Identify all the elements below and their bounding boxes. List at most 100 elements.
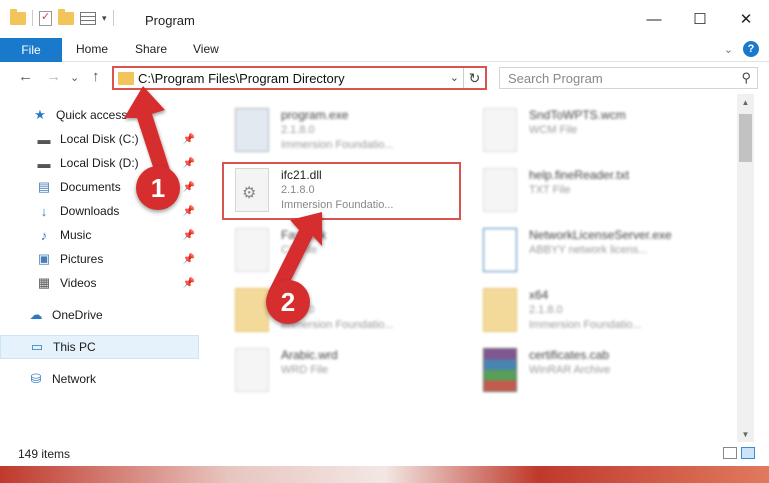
sidebar-item-this-pc[interactable]: ▭ This PC: [0, 335, 199, 359]
new-folder-icon[interactable]: [58, 8, 74, 25]
tab-share[interactable]: Share: [135, 42, 167, 56]
sidebar-item-network[interactable]: ⛁ Network: [0, 367, 200, 391]
file-description: Immersion Foundatio...: [281, 139, 394, 151]
file-item[interactable]: NetworkLicenseServer.exe ABBYY network l…: [469, 222, 709, 278]
document-icon: [235, 348, 269, 392]
properties-icon[interactable]: [39, 10, 52, 26]
file-item[interactable]: certificates.cab WinRAR Archive: [469, 342, 709, 398]
search-icon: ⚲: [741, 70, 751, 85]
file-item[interactable]: x64 2.1.8.0 Immersion Foundatio...: [469, 282, 709, 338]
pin-icon[interactable]: 📌: [183, 278, 195, 289]
file-description: ABBYY network licens...: [529, 244, 648, 256]
close-button[interactable]: ✕: [723, 0, 769, 38]
pin-icon[interactable]: 📌: [183, 182, 195, 193]
sidebar-item-pictures[interactable]: ▣ Pictures 📌: [0, 247, 200, 271]
forward-button[interactable]: →: [46, 68, 61, 85]
view-toggle: [723, 447, 755, 459]
divider: [32, 10, 33, 26]
sidebar-item-label: This PC: [53, 340, 96, 354]
drive-icon: ▬: [37, 155, 51, 171]
file-name: Fast...ck: [281, 228, 327, 242]
recent-locations-button[interactable]: ⌄: [70, 71, 79, 84]
step-1-badge: 1: [136, 166, 180, 210]
sidebar-item-local-disk-c[interactable]: ▬ Local Disk (C:) 📌: [0, 127, 200, 151]
onedrive-icon: ☁: [29, 307, 43, 322]
file-item[interactable]: Fast...ck CK File: [221, 222, 461, 278]
help-icon[interactable]: ?: [743, 41, 759, 57]
sidebar-item-onedrive[interactable]: ☁ OneDrive: [0, 303, 200, 327]
file-item[interactable]: help.fineReader.txt TXT File: [469, 162, 709, 218]
application-icon: [235, 108, 269, 152]
sidebar-item-label: Pictures: [60, 252, 104, 266]
file-explorer-window: ▾ Program — ☐ ✕ File Home Share View ⌄ ?…: [0, 0, 769, 483]
tiles-view-icon[interactable]: [741, 447, 755, 459]
folder-icon: [118, 72, 134, 85]
file-list: program.exe 2.1.8.0 Immersion Foundatio.…: [213, 94, 738, 442]
network-icon: ⛁: [30, 371, 42, 386]
pictures-icon: ▣: [37, 251, 51, 266]
pin-icon[interactable]: 📌: [183, 254, 195, 265]
status-bar: 149 items: [0, 442, 769, 466]
document-icon: [483, 108, 517, 152]
divider: [112, 10, 114, 26]
downloads-icon: ↓: [40, 203, 48, 219]
view-icon[interactable]: [80, 11, 96, 25]
chevron-down-icon[interactable]: ▾: [102, 13, 107, 24]
file-item[interactable]: SndToWPTS.wcm WCM File: [469, 102, 709, 158]
application-icon: [483, 228, 517, 272]
sidebar-item-label: Network: [52, 372, 97, 386]
minimize-button[interactable]: —: [631, 0, 677, 38]
sidebar-item-label: Downloads: [60, 204, 120, 218]
scroll-thumb[interactable]: [739, 114, 752, 162]
scroll-down-icon[interactable]: ▼: [737, 426, 754, 442]
sidebar-item-videos[interactable]: ▦ Videos 📌: [0, 271, 200, 295]
file-name: NetworkLicenseServer.exe: [529, 228, 672, 242]
archive-icon: [483, 348, 517, 392]
back-button[interactable]: ←: [18, 68, 33, 85]
pin-icon[interactable]: 📌: [183, 134, 195, 145]
tab-home[interactable]: Home: [76, 42, 108, 56]
scroll-up-icon[interactable]: ▲: [737, 94, 754, 110]
file-item[interactable]: program.exe 2.1.8.0 Immersion Foundatio.…: [221, 102, 461, 158]
address-bar[interactable]: C:\Program Files\Program Directory ⌄ ↻: [112, 66, 487, 90]
sidebar-item-label: Music: [60, 228, 92, 242]
folder-icon: [235, 288, 269, 332]
sidebar-item-music[interactable]: ♪ Music 📌: [0, 223, 200, 247]
file-name: Arabic.wrd: [281, 348, 338, 362]
maximize-button[interactable]: ☐: [677, 0, 723, 38]
up-button[interactable]: ↑: [92, 68, 100, 85]
window-controls: — ☐ ✕: [631, 0, 769, 38]
drive-icon: ▬: [37, 131, 51, 147]
file-name: x64: [529, 288, 549, 302]
pin-icon[interactable]: 📌: [183, 158, 195, 169]
details-view-icon[interactable]: [723, 447, 737, 459]
document-icon: [235, 228, 269, 272]
tab-file[interactable]: File: [0, 38, 62, 62]
file-name: program.exe: [281, 108, 349, 122]
step-2-badge: 2: [266, 280, 310, 324]
search-input[interactable]: Search Program ⚲: [499, 67, 758, 89]
pin-icon[interactable]: 📌: [183, 206, 195, 217]
file-version: 2.1.8.0: [529, 304, 563, 316]
vertical-scrollbar[interactable]: ▲ ▼: [737, 94, 754, 442]
sidebar-item-label: Local Disk (D:): [60, 156, 139, 170]
pin-icon[interactable]: 📌: [183, 230, 195, 241]
file-item[interactable]: 2.1.8.0 Immersion Foundatio...: [221, 282, 461, 338]
sidebar-item-label: Videos: [60, 276, 97, 290]
music-icon: ♪: [40, 227, 48, 243]
computer-icon: ▭: [30, 339, 44, 354]
address-dropdown-icon[interactable]: ⌄: [450, 71, 459, 84]
file-name: certificates.cab: [529, 348, 610, 362]
folder-icon: [10, 8, 26, 25]
tab-view[interactable]: View: [193, 42, 219, 56]
file-type: TXT File: [529, 184, 571, 196]
file-item[interactable]: Arabic.wrd WRD File: [221, 342, 461, 398]
expand-ribbon-icon[interactable]: ⌄: [724, 43, 733, 56]
file-type: WRD File: [281, 364, 329, 376]
window-title: Program: [145, 13, 195, 28]
sidebar-item-quick-access[interactable]: ★ Quick access: [0, 103, 200, 127]
selection-highlight: [222, 162, 461, 220]
address-path[interactable]: C:\Program Files\Program Directory: [138, 71, 345, 86]
refresh-button[interactable]: ↻: [463, 68, 485, 88]
document-icon: [483, 168, 517, 212]
